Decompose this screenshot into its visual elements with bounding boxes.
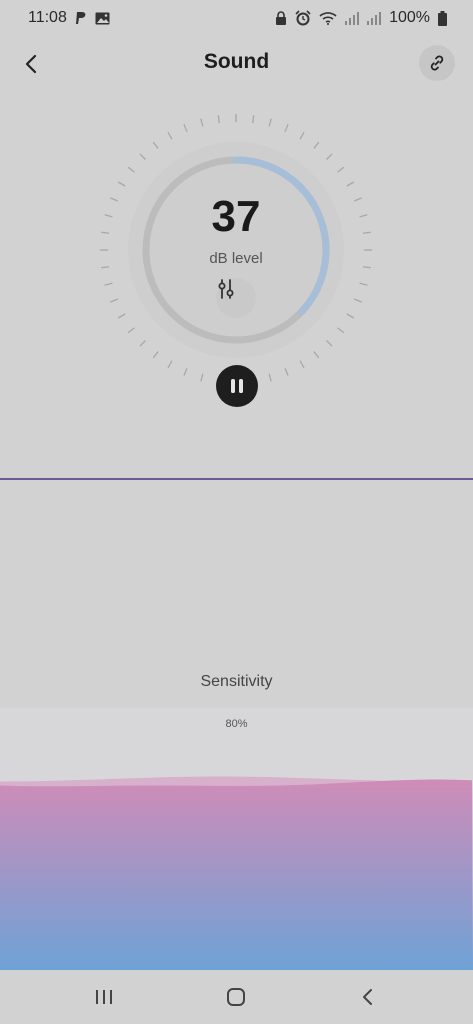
link-icon	[430, 55, 444, 71]
signal-icon	[367, 11, 382, 25]
page-title: Sound	[203, 50, 270, 73]
signal-icon	[345, 11, 360, 25]
status-left: 11:08	[28, 9, 110, 27]
home-button[interactable]	[216, 980, 256, 1014]
meter-tick	[183, 368, 188, 376]
sensitivity-wave-front	[0, 779, 473, 970]
equalizer-icon	[218, 279, 234, 299]
navigation-bar	[0, 970, 473, 1024]
recent-apps-icon	[96, 990, 112, 1004]
meter-tick	[299, 360, 305, 369]
meter-tick	[337, 166, 345, 173]
paypal-icon	[75, 11, 87, 25]
meter-tick	[152, 141, 159, 149]
equalizer-button[interactable]	[216, 278, 256, 318]
sensitivity-fill	[0, 776, 473, 970]
nav-back-button[interactable]	[348, 980, 388, 1014]
meter-tick	[337, 327, 345, 334]
sensitivity-slider[interactable]: 80%	[0, 708, 473, 970]
back-icon	[363, 989, 372, 1005]
link-button[interactable]	[419, 45, 455, 81]
meter-tick	[326, 153, 333, 160]
meter-tick	[326, 340, 333, 347]
top-bar: Sound	[0, 40, 473, 86]
pause-button[interactable]	[216, 365, 258, 407]
meter-tick	[104, 282, 113, 286]
meter-tick	[268, 373, 272, 382]
meter-tick	[127, 327, 135, 334]
recent-apps-button[interactable]	[84, 980, 124, 1014]
wifi-icon	[319, 11, 337, 25]
meter-tick	[252, 115, 255, 124]
meter-tick	[117, 181, 126, 187]
meter-tick	[354, 298, 362, 303]
meter-tick	[117, 313, 126, 319]
meter-tick	[167, 131, 173, 140]
meter-tick	[139, 153, 146, 160]
meter-tick	[139, 340, 146, 347]
battery-icon	[438, 10, 447, 26]
meter-tick	[313, 141, 320, 149]
alarm-icon	[295, 10, 311, 26]
lock-icon	[275, 11, 287, 25]
meter-tick	[167, 360, 173, 369]
meter-tick	[284, 368, 289, 376]
meter-tick	[346, 181, 355, 187]
meter-tick	[200, 373, 204, 382]
meter-tick	[284, 124, 289, 132]
meter-tick	[152, 351, 159, 359]
meter-tick	[127, 166, 135, 173]
meter-tick	[313, 351, 320, 359]
meter-tick	[110, 298, 118, 303]
home-icon	[227, 988, 245, 1006]
db-meter: 37 dB level	[96, 110, 376, 390]
meter-tick	[359, 282, 368, 286]
meter-tick	[346, 313, 355, 319]
db-label: dB level	[209, 250, 263, 267]
sensitivity-percent: 80%	[225, 718, 248, 730]
status-bar: 11:08 100%	[0, 0, 473, 36]
waveform-baseline	[0, 478, 473, 480]
sensitivity-label: Sensitivity	[200, 673, 273, 690]
db-value: 37	[211, 192, 261, 241]
status-time: 11:08	[28, 9, 67, 26]
status-right: 100%	[275, 9, 447, 27]
meter-tick	[200, 118, 204, 127]
image-icon	[95, 12, 110, 25]
battery-percent: 100%	[389, 9, 430, 26]
meter-tick	[299, 131, 305, 140]
meter-tick	[217, 115, 220, 124]
meter-tick	[183, 124, 188, 132]
meter-tick	[268, 118, 272, 127]
pause-icon	[231, 379, 243, 393]
